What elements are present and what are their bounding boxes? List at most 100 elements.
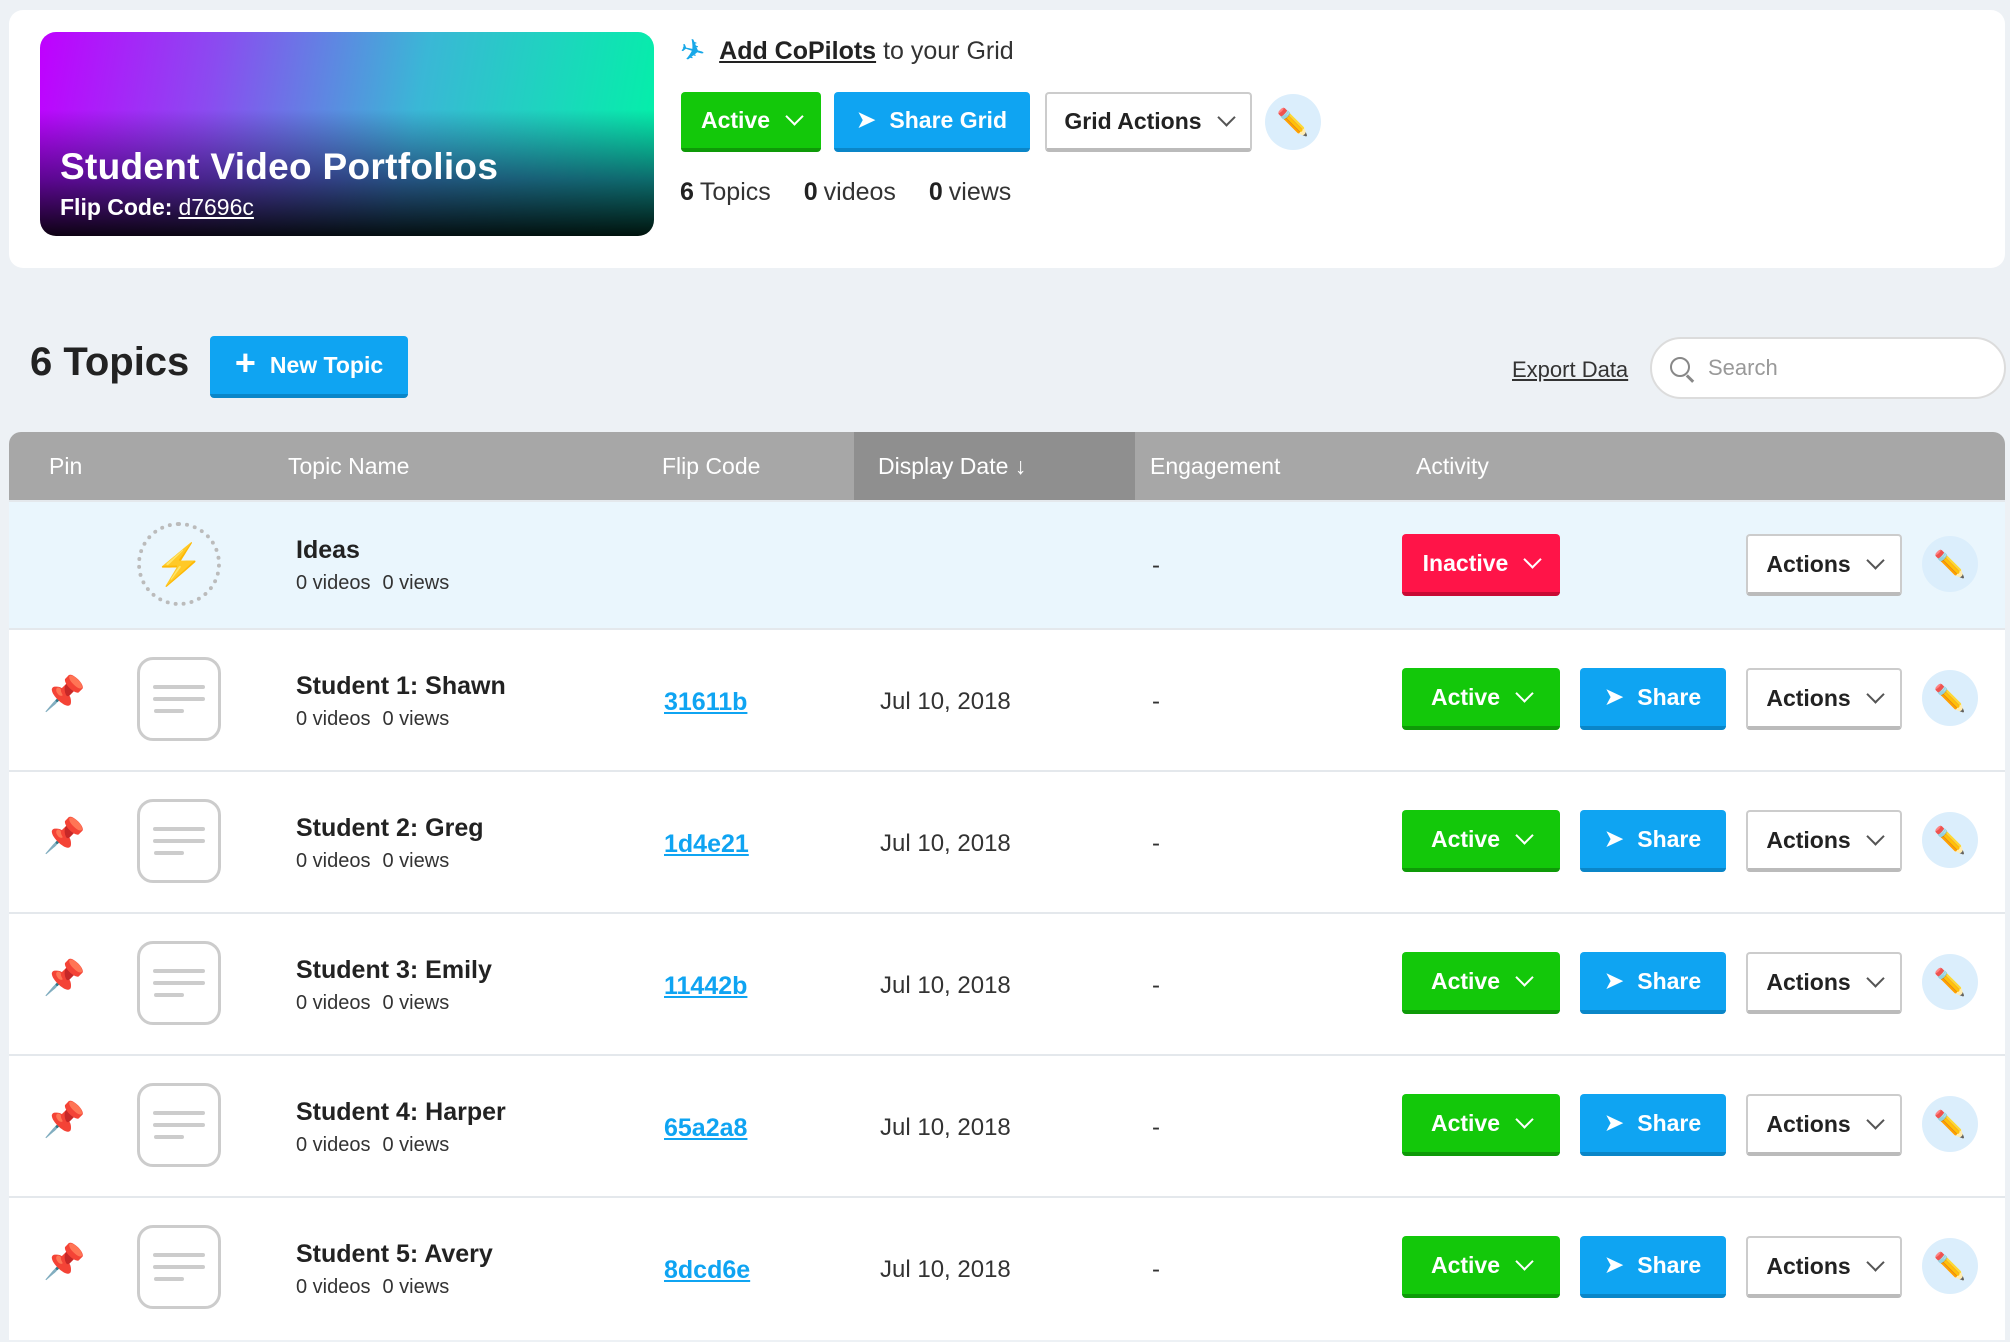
edit-topic-button[interactable]: ✏️ [1922, 670, 1978, 726]
actions-dropdown[interactable]: Actions [1746, 952, 1902, 1014]
flip-code-link[interactable]: 31611b [664, 688, 747, 717]
pencil-icon: ✏️ [1933, 966, 1967, 997]
actions-dropdown[interactable]: Actions [1746, 668, 1902, 730]
engagement-value: - [1152, 552, 1160, 579]
lightning-icon: ⚡ [137, 522, 221, 606]
edit-topic-button[interactable]: ✏️ [1922, 1238, 1978, 1294]
table-row[interactable]: 📌 Student 1: Shawn 0 videos 0 views 31611b Ju… [9, 628, 2005, 772]
topic-views: 0 views [382, 1276, 450, 1298]
send-icon: ➤ [1604, 1252, 1624, 1277]
header-engagement[interactable]: Engagement [1150, 432, 1280, 500]
header-activity[interactable]: Activity [1416, 432, 1489, 500]
topics-title: 6 Topics [30, 340, 190, 384]
share-grid-button[interactable]: ➤ Share Grid [834, 92, 1030, 152]
engagement-value: - [1152, 972, 1160, 999]
table-row[interactable]: 📌 Student 4: Harper 0 videos 0 views 65a2a8 J… [9, 1054, 2005, 1198]
edit-grid-button[interactable]: ✏️ [1265, 94, 1321, 150]
pushpin-icon[interactable]: 📌 [43, 1100, 85, 1140]
grid-stats: 6 Topics 0 videos 0 views [680, 178, 1011, 207]
topic-name[interactable]: Student 2: Greg [296, 814, 484, 843]
status-dropdown[interactable]: Active [1402, 1236, 1560, 1298]
chevron-down-icon [1865, 551, 1885, 570]
videos-count: 0 [803, 178, 818, 206]
status-dropdown[interactable]: Active [1402, 668, 1560, 730]
share-button[interactable]: ➤ Share [1580, 668, 1726, 730]
table-row-ideas[interactable]: ⚡ Ideas 0 videos 0 views - Inactive Actio… [9, 500, 2005, 630]
pushpin-icon[interactable]: 📌 [43, 1242, 85, 1282]
display-date: Jul 10, 2018 [880, 1114, 1011, 1141]
topic-name[interactable]: Student 3: Emily [296, 956, 492, 985]
chevron-down-icon [1515, 826, 1534, 845]
edit-topic-button[interactable]: ✏️ [1922, 812, 1978, 868]
text-lines-icon [137, 941, 221, 1025]
share-grid-label: Share Grid [889, 106, 1008, 133]
topic-videos: 0 videos [296, 992, 371, 1014]
status-label: Active [1430, 825, 1501, 852]
status-label: Inactive [1422, 549, 1509, 576]
flip-code-label: Flip Code: [60, 194, 173, 220]
pushpin-icon[interactable]: 📌 [43, 958, 85, 998]
header-flip-code[interactable]: Flip Code [662, 432, 760, 500]
edit-topic-button[interactable]: ✏️ [1922, 536, 1978, 592]
status-dropdown[interactable]: Active [1402, 952, 1560, 1014]
new-topic-button[interactable]: + New Topic [210, 336, 408, 398]
status-dropdown[interactable]: Active [1402, 1094, 1560, 1156]
actions-dropdown[interactable]: Actions [1746, 810, 1902, 872]
pencil-icon: ✏️ [1933, 824, 1967, 855]
share-button[interactable]: ➤ Share [1580, 810, 1726, 872]
edit-topic-button[interactable]: ✏️ [1922, 1096, 1978, 1152]
share-button[interactable]: ➤ Share [1580, 1236, 1726, 1298]
table-row[interactable]: 📌 Student 2: Greg 0 videos 0 views 1d4e21 Jul… [9, 770, 2005, 914]
topic-name[interactable]: Ideas [296, 536, 360, 565]
topic-stats: 0 videos 0 views [296, 850, 461, 873]
send-icon: ➤ [1604, 684, 1624, 709]
topic-views: 0 views [382, 572, 450, 594]
status-label: Active [1430, 967, 1501, 994]
topic-name[interactable]: Student 1: Shawn [296, 672, 506, 701]
actions-dropdown[interactable]: Actions [1746, 1236, 1902, 1298]
search-input[interactable] [1706, 354, 1970, 382]
chevron-down-icon [1515, 1110, 1534, 1129]
status-dropdown[interactable]: Active [1402, 810, 1560, 872]
share-label: Share [1637, 1109, 1702, 1136]
chevron-down-icon [1865, 1111, 1885, 1130]
share-button[interactable]: ➤ Share [1580, 952, 1726, 1014]
share-label: Share [1637, 1251, 1702, 1278]
flip-code-link[interactable]: 11442b [664, 972, 747, 1001]
send-icon: ➤ [1604, 1110, 1624, 1135]
grid-banner[interactable]: Student Video Portfolios Flip Code: d7696… [40, 32, 654, 236]
engagement-value: - [1152, 1114, 1160, 1141]
grid-status-dropdown[interactable]: Active [681, 92, 821, 152]
flip-code-link[interactable]: d7696c [178, 194, 253, 220]
views-count: 0 [928, 178, 943, 206]
header-display-date[interactable]: Display Date ↓ [854, 432, 1135, 500]
add-copilots-link[interactable]: Add CoPilots [719, 37, 876, 66]
pushpin-icon[interactable]: 📌 [43, 816, 85, 856]
status-dropdown[interactable]: Inactive [1402, 534, 1560, 596]
flip-code-link[interactable]: 1d4e21 [664, 830, 749, 859]
share-button[interactable]: ➤ Share [1580, 1094, 1726, 1156]
table-row[interactable]: 📌 Student 3: Emily 0 videos 0 views 11442b Ju… [9, 912, 2005, 1056]
display-date: Jul 10, 2018 [880, 1256, 1011, 1283]
share-label: Share [1637, 825, 1702, 852]
table-row[interactable]: 📌 Student 5: Avery 0 videos 0 views 8dcd6e Ju… [9, 1196, 2005, 1340]
search-box[interactable] [1650, 337, 2006, 399]
grid-actions-dropdown[interactable]: Grid Actions [1045, 92, 1252, 152]
header-topic-name[interactable]: Topic Name [288, 432, 409, 500]
topic-stats: 0 videos 0 views [296, 992, 461, 1015]
topic-views: 0 views [382, 992, 450, 1014]
flip-code-link[interactable]: 65a2a8 [664, 1114, 747, 1143]
actions-dropdown[interactable]: Actions [1746, 1094, 1902, 1156]
status-label: Active [1430, 1109, 1501, 1136]
pushpin-icon[interactable]: 📌 [43, 674, 85, 714]
grid-flip-code: Flip Code: d7696c [60, 194, 254, 221]
topic-views: 0 views [382, 708, 450, 730]
chevron-down-icon [1865, 685, 1885, 704]
edit-topic-button[interactable]: ✏️ [1922, 954, 1978, 1010]
topic-name[interactable]: Student 5: Avery [296, 1240, 493, 1269]
plus-icon: + [234, 342, 256, 383]
flip-code-link[interactable]: 8dcd6e [664, 1256, 750, 1285]
export-data-link[interactable]: Export Data [1512, 357, 1628, 383]
actions-dropdown[interactable]: Actions [1746, 534, 1902, 596]
topic-name[interactable]: Student 4: Harper [296, 1098, 506, 1127]
